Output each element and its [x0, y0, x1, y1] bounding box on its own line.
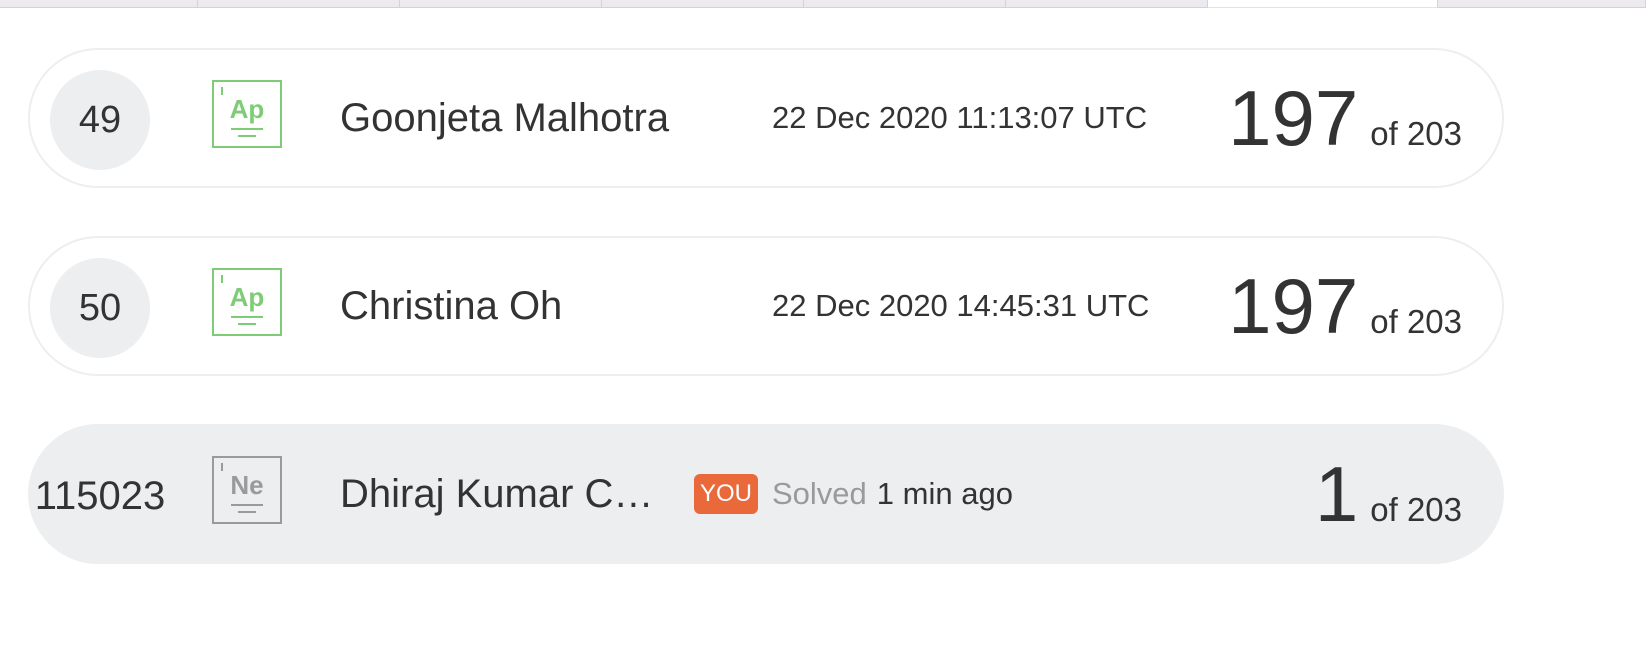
score: 1 of 203 [1315, 426, 1462, 562]
element-badge-icon: Ap [212, 80, 282, 148]
score-total: of 203 [1370, 491, 1462, 528]
timestamp: 22 Dec 2020 14:45:31 UTC [772, 288, 1150, 323]
user-name[interactable]: Dhiraj Kumar C… [340, 426, 653, 562]
badge-symbol: Ne [230, 470, 264, 500]
leaderboard-row[interactable]: 50 Ap Christina Oh 22 Dec 2020 14:45:31 … [28, 236, 1504, 376]
badge-symbol: Ap [229, 282, 265, 312]
tab[interactable] [0, 0, 198, 8]
leaderboard-row-current-user[interactable]: 115023 Ne Dhiraj Kumar C… YOU Solved 1 m… [28, 424, 1504, 564]
score-total: of 203 [1370, 303, 1462, 340]
tab-active[interactable] [1208, 0, 1438, 8]
tab[interactable] [1006, 0, 1208, 8]
solved-time: 22 Dec 2020 14:45:31 UTC [772, 238, 1149, 374]
tab-bar [0, 0, 1646, 9]
tab[interactable] [400, 0, 602, 8]
element-badge-icon: Ne [212, 456, 282, 524]
score-value: 1 [1314, 450, 1359, 538]
score-total: of 203 [1370, 115, 1462, 152]
rank-badge: 50 [50, 258, 150, 358]
badge-symbol: Ap [229, 94, 265, 124]
tab[interactable] [804, 0, 1006, 8]
score-value: 197 [1228, 74, 1359, 162]
rank-badge: 49 [50, 70, 150, 170]
leaderboard-row[interactable]: 49 Ap Goonjeta Malhotra 22 Dec 2020 11:1… [28, 48, 1504, 188]
user-name[interactable]: Goonjeta Malhotra [340, 50, 669, 186]
element-badge-icon: Ap [212, 268, 282, 336]
tab[interactable] [198, 0, 400, 8]
solved-time: Solved 1 min ago [772, 426, 1013, 562]
leaderboard-list: 49 Ap Goonjeta Malhotra 22 Dec 2020 11:1… [28, 48, 1504, 612]
tab[interactable] [1438, 0, 1646, 8]
score: 197 of 203 [1228, 238, 1462, 374]
score-value: 197 [1228, 262, 1359, 350]
solved-label: Solved [772, 476, 867, 511]
you-badge: YOU [694, 474, 758, 514]
user-name[interactable]: Christina Oh [340, 238, 562, 374]
timestamp: 22 Dec 2020 11:13:07 UTC [772, 100, 1148, 135]
score: 197 of 203 [1228, 50, 1462, 186]
rank-badge: 115023 [34, 473, 166, 518]
solved-time: 22 Dec 2020 11:13:07 UTC [772, 50, 1147, 186]
tab[interactable] [602, 0, 804, 8]
timestamp: 1 min ago [876, 476, 1013, 511]
